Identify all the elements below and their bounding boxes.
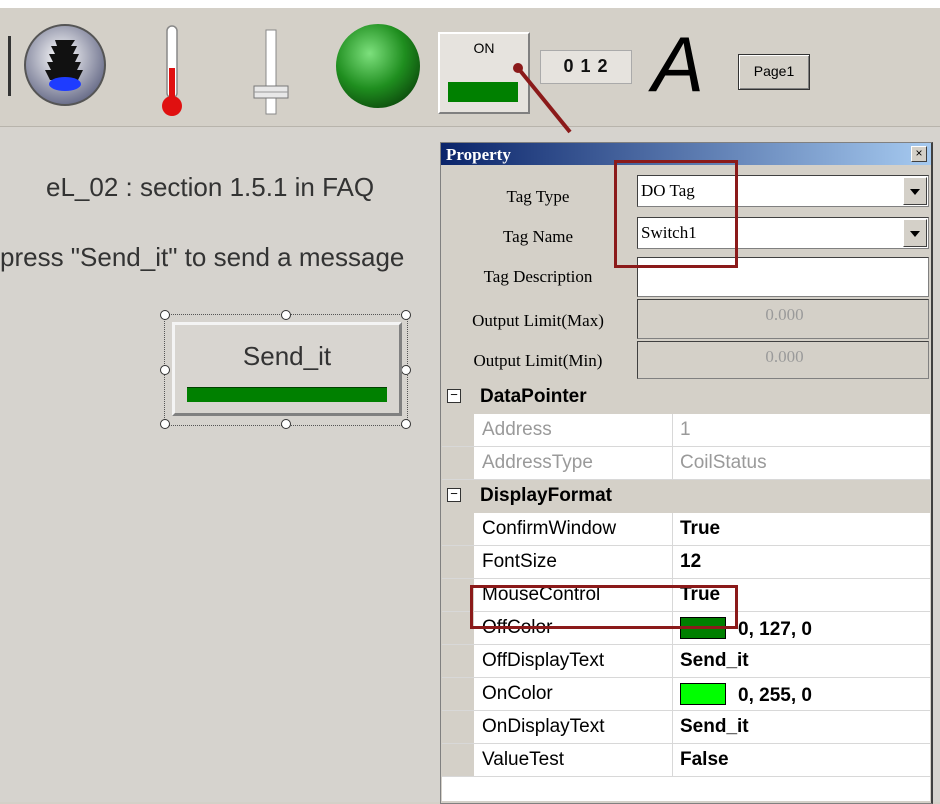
send-it-status-bar: [187, 387, 387, 402]
resize-handle[interactable]: [401, 365, 411, 375]
send-it-button[interactable]: Send_it: [172, 322, 402, 416]
resize-handle[interactable]: [160, 419, 170, 429]
chevron-down-icon[interactable]: [903, 177, 927, 205]
page-button-label: Page1: [753, 63, 795, 79]
grid-row-oncolor[interactable]: OnColor 0, 255, 0: [442, 678, 930, 711]
category-dataPointer[interactable]: − DataPointer: [442, 381, 930, 414]
row-name: OnColor: [482, 683, 553, 704]
row-value: Send_it: [680, 716, 749, 737]
row-name: OffDisplayText: [482, 650, 605, 671]
row-value: 0, 255, 0: [680, 683, 812, 707]
category-label: DataPointer: [480, 386, 587, 407]
row-value: 1: [680, 419, 691, 440]
annotation-highlight-tag: [614, 160, 738, 268]
grid-row-ondisplaytext[interactable]: OnDisplayText Send_it: [442, 711, 930, 744]
row-name: ValueTest: [482, 749, 565, 770]
output-limit-max-label: Output Limit(Max): [472, 311, 604, 330]
color-value: 0, 127, 0: [738, 619, 812, 640]
annotation-highlight-mousecontrol: [470, 585, 738, 629]
row-name: AddressType: [482, 452, 593, 473]
color-swatch: [680, 683, 726, 705]
green-led-icon[interactable]: [334, 22, 422, 110]
row-name: FontSize: [482, 551, 557, 572]
send-it-label: Send_it: [242, 341, 332, 371]
component-toolbar: ON 0 1 2 A Page1: [0, 8, 940, 127]
text-label-icon[interactable]: A: [650, 24, 720, 108]
canvas-text-instruction[interactable]: press "Send_it" to send a message: [0, 242, 404, 273]
thermometer-icon[interactable]: [156, 22, 188, 118]
resize-handle[interactable]: [160, 310, 170, 320]
on-switch-label: ON: [473, 40, 495, 56]
category-label: DisplayFormat: [480, 485, 612, 506]
resize-handle[interactable]: [401, 419, 411, 429]
top-strip: [0, 0, 940, 8]
traffic-light-icon[interactable]: [22, 22, 108, 108]
category-displayformat[interactable]: − DisplayFormat: [442, 480, 930, 513]
row-name: ConfirmWindow: [482, 518, 617, 539]
close-icon[interactable]: ×: [911, 146, 927, 162]
color-value: 0, 255, 0: [738, 685, 812, 706]
output-limit-min-field: 0.000: [637, 341, 929, 379]
output-limit-min-label: Output Limit(Min): [473, 351, 603, 370]
grid-row-addresstype[interactable]: AddressType CoilStatus: [442, 447, 930, 480]
row-value: True: [680, 518, 721, 539]
grid-row-address[interactable]: Address 1: [442, 414, 930, 447]
collapse-icon[interactable]: −: [447, 487, 461, 502]
resize-handle[interactable]: [281, 310, 291, 320]
property-title: Property: [446, 145, 511, 164]
resize-handle[interactable]: [160, 365, 170, 375]
annotation-arrow: [513, 63, 572, 134]
text-label-glyph: A: [652, 20, 705, 108]
tag-type-label: Tag Type: [506, 187, 570, 206]
toolbar-separator: [8, 36, 11, 96]
canvas-text-section[interactable]: eL_02 : section 1.5.1 in FAQ: [46, 172, 374, 203]
resize-handle[interactable]: [281, 419, 291, 429]
row-name: OnDisplayText: [482, 716, 605, 737]
row-name: Address: [482, 419, 552, 440]
grid-row-confirmwindow[interactable]: ConfirmWindow True: [442, 513, 930, 546]
slider-icon[interactable]: [248, 26, 292, 118]
output-limit-max-field: 0.000: [637, 299, 929, 339]
grid-row-fontsize[interactable]: FontSize 12: [442, 546, 930, 579]
grid-row-offdisplaytext[interactable]: OffDisplayText Send_it: [442, 645, 930, 678]
on-switch-bar: [448, 82, 518, 102]
row-value: False: [680, 749, 729, 770]
tag-description-label: Tag Description: [483, 267, 593, 286]
tag-name-label: Tag Name: [502, 227, 574, 246]
grid-row-valuetest[interactable]: ValueTest False: [442, 744, 930, 777]
row-value: CoilStatus: [680, 452, 767, 473]
row-value: 12: [680, 551, 702, 572]
page-button-icon[interactable]: Page1: [738, 54, 810, 90]
collapse-icon[interactable]: −: [447, 388, 461, 403]
resize-handle[interactable]: [401, 310, 411, 320]
chevron-down-icon[interactable]: [903, 219, 927, 247]
row-value: Send_it: [680, 650, 749, 671]
